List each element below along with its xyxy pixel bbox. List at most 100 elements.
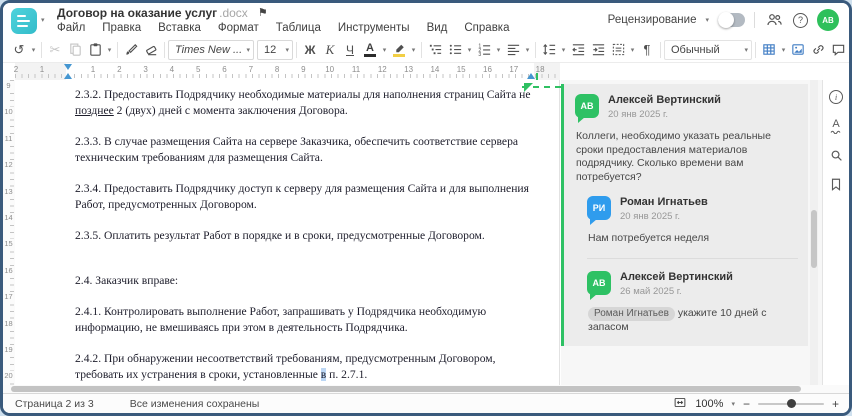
search-icon[interactable] xyxy=(826,145,846,165)
align-caret-icon[interactable]: ▾ xyxy=(523,40,532,60)
zoom-out-button[interactable]: − xyxy=(743,397,750,411)
paragraph-borders-icon[interactable] xyxy=(608,40,628,60)
menu-view[interactable]: Вид xyxy=(427,22,448,34)
user-avatar[interactable]: АВ xyxy=(817,9,839,31)
table-caret-icon[interactable]: ▾ xyxy=(779,40,788,60)
line-spacing-caret-icon[interactable]: ▾ xyxy=(559,40,568,60)
comment-date: 20 янв 2025 г. xyxy=(608,109,669,120)
paste-caret-icon[interactable]: ▾ xyxy=(105,40,114,60)
paragraph-2-3-3[interactable]: 2.3.3. В случае размещения Сайта на серв… xyxy=(75,134,535,166)
mention-chip[interactable]: Роман Игнатьев xyxy=(588,306,675,321)
paragraph-style-select[interactable]: Обычный ▾ xyxy=(664,39,752,60)
undo-caret-icon[interactable]: ▾ xyxy=(29,40,38,60)
undo-button[interactable]: ↺ xyxy=(9,40,29,60)
review-caret-icon[interactable]: ▾ xyxy=(705,16,709,24)
font-name-select[interactable]: Times New ... ▾ xyxy=(168,39,254,60)
font-color-caret-icon[interactable]: ▾ xyxy=(380,40,389,60)
borders-caret-icon[interactable]: ▾ xyxy=(628,40,637,60)
fit-to-width-icon[interactable] xyxy=(673,396,687,412)
help-icon[interactable]: ? xyxy=(793,12,808,28)
comment-thread[interactable]: АВ Алексей Вертинский 20 янв 2025 г. Кол… xyxy=(561,84,808,346)
numbered-list-caret-icon[interactable]: ▾ xyxy=(494,40,503,60)
line-spacing-icon[interactable] xyxy=(539,40,559,60)
increase-indent-icon[interactable] xyxy=(588,40,608,60)
menu-help[interactable]: Справка xyxy=(464,22,509,34)
first-line-indent-marker[interactable] xyxy=(64,64,72,70)
paragraph-2-4[interactable]: 2.4. Заказчик вправе: xyxy=(75,273,535,289)
menu-edit[interactable]: Правка xyxy=(102,22,141,34)
page-indicator[interactable]: Страница 2 из 3 xyxy=(15,398,94,410)
left-indent-marker[interactable] xyxy=(64,73,72,79)
show-paragraph-marks-icon[interactable]: ¶ xyxy=(637,40,657,60)
collaboration-users-icon[interactable] xyxy=(764,10,784,30)
cut-button[interactable]: ✂ xyxy=(45,40,65,60)
bullet-list-icon[interactable] xyxy=(445,40,465,60)
menu-format[interactable]: Формат xyxy=(218,22,259,34)
multilevel-list-icon[interactable] xyxy=(425,40,445,60)
status-bar: Страница 2 из 3 Все изменения сохранены … xyxy=(3,393,849,413)
bookmark-icon[interactable] xyxy=(826,174,846,194)
zoom-slider[interactable] xyxy=(757,399,824,408)
decrease-indent-icon[interactable] xyxy=(568,40,588,60)
app-logo-icon[interactable] xyxy=(11,8,37,34)
review-mode-label[interactable]: Рецензирование xyxy=(608,14,697,26)
font-name-caret-icon: ▾ xyxy=(246,46,250,54)
horizontal-scrollbar-thumb[interactable] xyxy=(11,386,801,392)
paragraph-2-4-2[interactable]: 2.4.2. При обнаружении несоответствий тр… xyxy=(75,351,535,383)
vertical-ruler-ticks xyxy=(10,80,14,385)
comment-reply-1[interactable]: РИ Роман Игнатьев 20 янв 2025 г. Нам пот… xyxy=(587,196,798,246)
zoom-slider-handle[interactable] xyxy=(786,399,796,408)
clear-formatting-eraser-icon[interactable] xyxy=(141,40,161,60)
paste-button[interactable] xyxy=(85,40,105,60)
more-tools-button[interactable]: ⋯ xyxy=(848,40,849,60)
p242-text-after: п. 2.7.1. xyxy=(326,368,368,381)
zoom-in-button[interactable]: + xyxy=(832,397,839,411)
paragraph-2-3-4[interactable]: 2.3.4. Предоставить Подрядчику доступ к … xyxy=(75,181,535,213)
italic-button[interactable]: К xyxy=(320,40,340,60)
font-size-caret-icon: ▾ xyxy=(285,46,289,54)
spellcheck-letter: А xyxy=(832,117,840,130)
font-color-glyph: А xyxy=(366,41,374,54)
underline-button[interactable]: Ч xyxy=(340,40,360,60)
comment-author-avatar: АВ xyxy=(575,94,599,123)
paragraph-2-4-1[interactable]: 2.4.1. Контролировать выполнение Работ, … xyxy=(75,304,535,336)
copy-button[interactable] xyxy=(65,40,85,60)
bullet-list-caret-icon[interactable]: ▾ xyxy=(465,40,474,60)
comments-scrollbar-thumb[interactable] xyxy=(811,210,817,268)
right-indent-marker[interactable] xyxy=(527,73,535,79)
zoom-caret-icon[interactable]: ▾ xyxy=(731,400,735,408)
insert-link-icon[interactable] xyxy=(808,40,828,60)
document-text: 2.3.2. Предоставить Подрядчику необходим… xyxy=(15,80,559,412)
bold-button[interactable]: Ж xyxy=(300,40,320,60)
reply-text: Нам потребуется неделя xyxy=(588,232,710,244)
menu-table[interactable]: Таблица xyxy=(276,22,321,34)
font-size-select[interactable]: 12 ▾ xyxy=(257,39,293,60)
paragraph-2-3-5[interactable]: 2.3.5. Оплатить результат Работ в порядк… xyxy=(75,228,535,244)
menu-file[interactable]: Файл xyxy=(57,22,85,34)
horizontal-ruler[interactable]: 1 2 1 2 3 4 5 6 7 8 9 10 11 12 13 14 15 16 17 18 xyxy=(3,63,849,81)
document-page[interactable]: 2.3.2. Предоставить Подрядчику необходим… xyxy=(15,80,560,412)
toolbar: ↺ ▾ ✂ ▾ Times New ... ▾ 12 ▾ Ж К Ч А ▾ ▾… xyxy=(3,37,849,63)
insert-table-icon[interactable] xyxy=(759,40,779,60)
font-color-button[interactable]: А xyxy=(360,40,380,60)
align-left-icon[interactable] xyxy=(503,40,523,60)
menu-tools[interactable]: Инструменты xyxy=(338,22,410,34)
insert-image-icon[interactable] xyxy=(788,40,808,60)
numbered-list-icon[interactable]: 1 2 3 xyxy=(474,40,494,60)
document-info-icon[interactable]: i xyxy=(826,87,846,107)
zoom-level[interactable]: 100% xyxy=(695,398,723,410)
flag-icon[interactable]: ⚑ xyxy=(258,6,268,19)
comment-anchor-ruler-tick xyxy=(536,73,538,80)
comment-icon[interactable] xyxy=(828,40,848,60)
review-toggle[interactable] xyxy=(718,12,745,28)
highlight-color-button[interactable] xyxy=(389,40,409,60)
comment-reply-2[interactable]: АВ Алексей Вертинский 26 май 2025 г. Ром… xyxy=(587,270,798,335)
menu-insert[interactable]: Вставка xyxy=(158,22,201,34)
font-size-value: 12 xyxy=(264,43,277,56)
logo-menu-caret-icon[interactable]: ▾ xyxy=(41,16,45,24)
highlight-caret-icon[interactable]: ▾ xyxy=(409,40,418,60)
spellcheck-icon[interactable]: А xyxy=(826,116,846,136)
svg-text:3: 3 xyxy=(478,52,481,57)
paragraph-2-3-2[interactable]: 2.3.2. Предоставить Подрядчику необходим… xyxy=(75,87,535,119)
format-painter-icon[interactable] xyxy=(121,40,141,60)
